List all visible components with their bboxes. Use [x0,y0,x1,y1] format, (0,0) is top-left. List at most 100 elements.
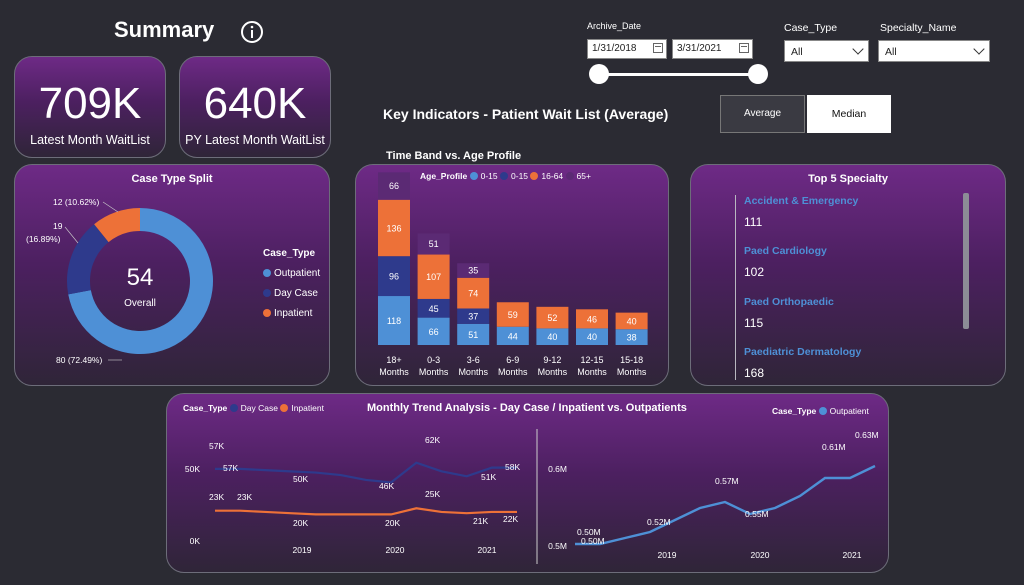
bar-label: 44 [508,331,518,341]
bar-label: 37 [468,312,478,322]
kpi-label: PY Latest Month WaitList [185,133,325,147]
kpi-label: Latest Month WaitList [30,133,150,147]
trend-chart: 50K 0K 57K 57K 50K 46K 62K 51K 58K 23K 23K 20K 20K 25… [185,429,879,564]
bar-label: 136 [386,223,401,233]
x-tick-label: 6-9 [506,355,519,365]
info-icon[interactable] [240,20,264,44]
data-label: 57K [209,441,224,451]
average-button[interactable]: Average [720,95,805,133]
x-tick-label: 18+ [386,355,401,365]
specialty-value: 102 [744,265,765,279]
x-tick-label: 2020 [386,545,405,555]
bar-label: 66 [429,327,439,337]
top5-card: Top 5 Specialty Accident & Emergency 111… [690,164,1006,386]
legend-item-inpatient[interactable]: Inpatient [263,304,320,324]
kpi-value: 640K [203,79,307,128]
specialty-name[interactable]: Paed Cardiology [744,245,827,257]
scrollbar[interactable] [963,193,969,329]
specialty-name[interactable]: Paediatric Dermatology [744,346,861,358]
specialty-value: 115 [744,316,764,330]
specialty-value: 168 [744,366,765,380]
chevron-down-icon [973,43,985,55]
specialty-name[interactable]: Accident & Emergency [744,195,858,207]
y-tick-label: 0.5M [548,541,567,551]
case-type-split-card: Case Type Split 54 Overall 80 (72.49%) 1… [14,164,330,386]
y-tick-label: 0.6M [548,464,567,474]
legend-item-outpatient[interactable]: Outpatient [263,264,320,284]
case-type-dropdown[interactable]: All [784,40,869,62]
legend-title: Case_Type [263,248,316,259]
data-label: 20K [293,518,308,528]
x-tick-label: Months [538,367,568,377]
page-title: Summary [114,17,215,42]
time-band-title: Time Band vs. Age Profile [386,150,522,162]
trend-card: Case_Type Day Case Inpatient Monthly Tre… [166,393,889,573]
legend-dot [263,309,271,317]
legend-label: Day Case [274,288,318,299]
bar-label: 40 [627,316,637,326]
data-label: 0.57M [715,476,739,486]
slice-label-daycase-count: 19 [53,221,63,231]
legend-dot [263,289,271,297]
x-tick-label: 2020 [751,550,770,560]
top5-list-rule [735,195,736,380]
archive-date-label: Archive_Date [587,21,642,31]
median-button[interactable]: Median [807,95,891,133]
bar-label: 46 [587,314,597,324]
data-label: 21K [473,516,488,526]
start-date-input[interactable]: 1/31/2018 [587,39,667,59]
data-label: 20K [385,518,400,528]
bar-label: 40 [587,332,597,342]
bar-label: 51 [468,330,478,340]
data-label: 46K [379,481,394,491]
data-label: 23K [209,492,224,502]
date-slider-track[interactable] [599,73,759,76]
line-inpatient [215,507,517,516]
data-label: 0.55M [745,509,769,519]
legend-label: Inpatient [274,308,313,319]
bar-label: 52 [547,313,557,323]
specialty-value: 111 [744,215,763,229]
slice-label-daycase-pct: (16.89%) [26,234,61,244]
end-date-input[interactable]: 3/31/2021 [672,39,753,59]
data-label: 0.61M [822,442,846,452]
line-daycase [215,461,517,484]
y-tick-label: 0K [190,536,201,546]
calendar-icon[interactable] [653,43,663,53]
kpi-card-latest-month: 709K Latest Month WaitList [14,56,166,158]
bar-label: 96 [389,272,399,282]
x-tick-label: Months [577,367,607,377]
bar-label: 45 [429,304,439,314]
x-tick-label: Months [379,367,409,377]
slice-label-outpatient: 80 (72.49%) [56,355,102,365]
slice-label-inpatient: 12 (10.62%) [53,197,99,207]
start-date-value: 1/31/2018 [592,43,637,54]
data-label: 0.50M [581,536,605,546]
x-tick-label: Months [617,367,647,377]
specialty-dropdown[interactable]: All [878,40,990,62]
data-label: 22K [503,514,518,524]
bar-label: 74 [468,289,478,299]
bar-label: 51 [429,239,439,249]
data-label: 62K [425,435,440,445]
data-label: 0.63M [855,430,879,440]
data-label: 0.52M [647,517,671,527]
bar-label: 59 [508,310,518,320]
date-slider-start-handle[interactable] [589,64,609,84]
case-type-legend: Case_Type Outpatient Day Case Inpatient [263,244,320,324]
x-tick-label: 2019 [658,550,677,560]
data-label: 23K [237,492,252,502]
top5-title: Top 5 Specialty [808,173,888,185]
data-label: 58K [505,462,520,472]
donut-slice-daycase[interactable] [67,224,109,295]
date-slider-end-handle[interactable] [748,64,768,84]
x-tick-label: Months [458,367,488,377]
legend-item-daycase[interactable]: Day Case [263,284,320,304]
specialty-name[interactable]: Paed Orthopaedic [744,296,834,308]
legend-label: Outpatient [274,268,321,279]
time-band-chart: 118 96 136 66 18+ Months 66 45 107 51 0-3 Months 51 3… [378,172,648,377]
calendar-icon[interactable] [739,43,749,53]
x-tick-label: 2021 [843,550,862,560]
bar-label: 40 [547,332,557,342]
x-tick-label: 0-3 [427,355,440,365]
